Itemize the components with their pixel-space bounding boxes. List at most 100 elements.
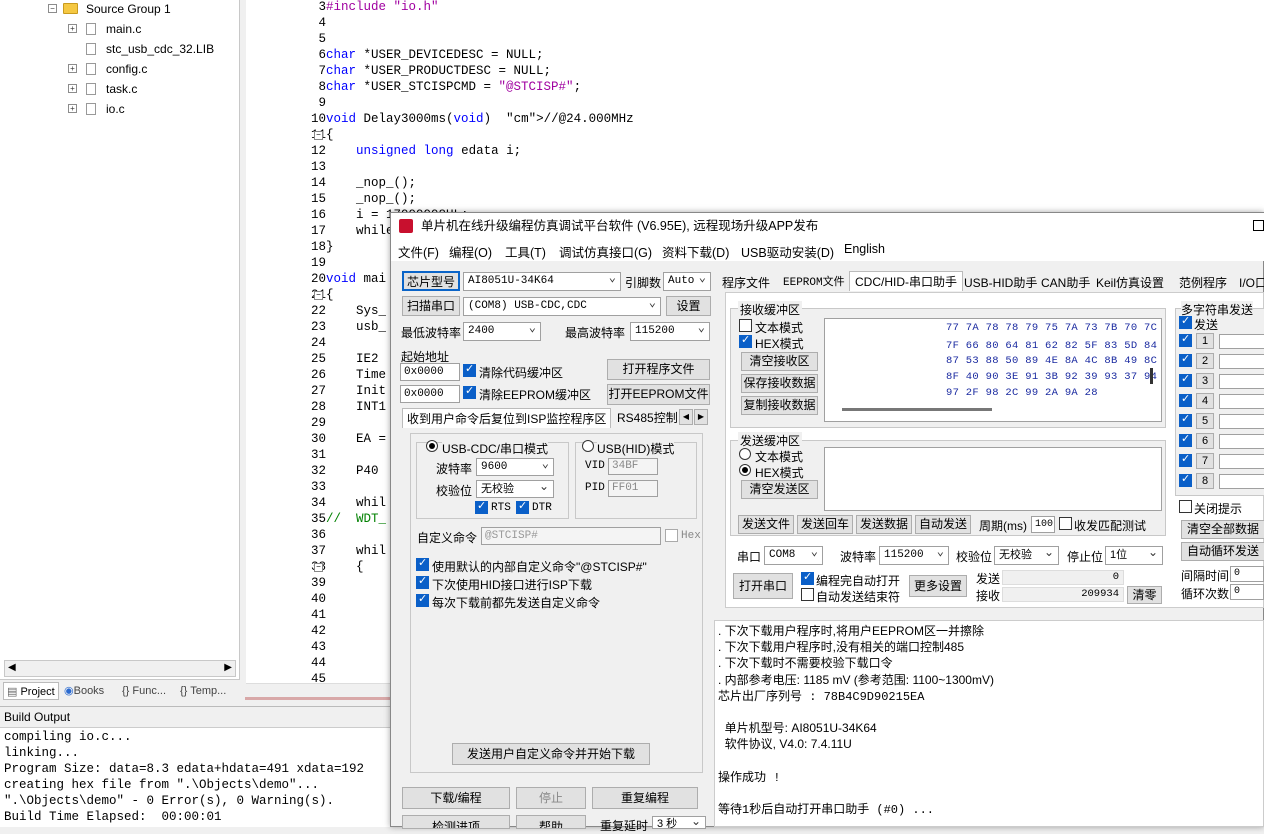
tree-file-task[interactable]: task.c: [106, 80, 137, 98]
tab-keil-sim[interactable]: Keil仿真设置: [1096, 273, 1164, 293]
multi-row-checkbox[interactable]: [1179, 472, 1192, 487]
send-area[interactable]: [824, 447, 1162, 511]
auto-send-button[interactable]: 自动发送: [915, 515, 971, 534]
expand-icon[interactable]: +: [68, 24, 77, 33]
tab-functions[interactable]: {} Func...: [122, 682, 166, 700]
port-select[interactable]: (COM8) USB-CDC,CDC: [463, 297, 661, 316]
reprogram-button[interactable]: 重复编程: [592, 787, 698, 809]
multi-row-checkbox[interactable]: [1179, 412, 1192, 427]
menu-debug[interactable]: 调试仿真接口(G): [559, 242, 652, 261]
multi-row-checkbox[interactable]: [1179, 392, 1192, 407]
horizontal-scroll-thumb[interactable]: [842, 408, 992, 411]
interval-input[interactable]: 0: [1230, 566, 1264, 582]
multi-row-button[interactable]: 3: [1196, 373, 1214, 389]
clear-all-button[interactable]: 清空全部数据: [1181, 520, 1264, 539]
port-select-helper[interactable]: COM8: [764, 546, 823, 565]
settings-button[interactable]: 设置: [666, 296, 711, 316]
auto-open-checkbox[interactable]: [801, 570, 814, 585]
period-input[interactable]: 100: [1031, 516, 1055, 533]
custom-command-input[interactable]: @STCISP#: [481, 527, 661, 545]
tab-scroll-right-icon[interactable]: ▶: [694, 409, 708, 425]
cdc-mode-radio[interactable]: [426, 440, 438, 452]
expand-icon[interactable]: +: [68, 84, 77, 93]
clear-count-button[interactable]: 清零: [1127, 586, 1162, 604]
fold-icon[interactable]: −: [314, 131, 323, 140]
hex-checkbox[interactable]: [665, 529, 678, 542]
stop-bits-select[interactable]: 1位: [1105, 546, 1163, 565]
expand-icon[interactable]: +: [68, 104, 77, 113]
max-baud-select[interactable]: 115200: [630, 322, 710, 341]
tab-books[interactable]: ◉Books: [64, 682, 104, 700]
open-port-button[interactable]: 打开串口: [733, 573, 793, 599]
send-data-button[interactable]: 发送数据: [856, 515, 912, 534]
maximize-icon[interactable]: [1253, 220, 1264, 231]
more-settings-button[interactable]: 更多设置: [909, 575, 967, 597]
min-baud-select[interactable]: 2400: [463, 322, 541, 341]
tree-file-main[interactable]: main.c: [106, 20, 141, 38]
multi-row-checkbox[interactable]: [1179, 432, 1192, 447]
stop-button[interactable]: 停止: [516, 787, 586, 809]
copy-receive-button[interactable]: 复制接收数据: [741, 396, 818, 415]
clear-code-checkbox[interactable]: [463, 362, 476, 377]
match-test-checkbox[interactable]: [1059, 517, 1072, 530]
tab-rs485[interactable]: RS485控制: [617, 408, 678, 428]
code-address-input[interactable]: 0x0000: [400, 363, 460, 381]
clear-eeprom-checkbox[interactable]: [463, 384, 476, 399]
use-hid-checkbox[interactable]: [416, 574, 429, 589]
multi-row-button[interactable]: 6: [1196, 433, 1214, 449]
eeprom-address-input[interactable]: 0x0000: [400, 385, 460, 403]
chip-model-select[interactable]: AI8051U-34K64: [463, 272, 621, 291]
multi-row-input[interactable]: [1219, 394, 1264, 409]
tab-eeprom-file[interactable]: EEPROM文件: [783, 273, 845, 293]
recv-hex-checkbox[interactable]: [739, 333, 752, 348]
tab-scroll-left-icon[interactable]: ◀: [679, 409, 693, 425]
multi-row-checkbox[interactable]: [1179, 332, 1192, 347]
scan-port-button[interactable]: 扫描串口: [402, 296, 460, 316]
tab-can[interactable]: CAN助手: [1041, 273, 1090, 293]
multi-row-button[interactable]: 4: [1196, 393, 1214, 409]
multi-row-checkbox[interactable]: [1179, 452, 1192, 467]
open-eeprom-button[interactable]: 打开EEPROM文件: [607, 384, 710, 405]
fold-icon[interactable]: −: [314, 563, 323, 572]
dtr-checkbox[interactable]: [516, 499, 529, 514]
helper-baud-select[interactable]: 115200: [879, 546, 949, 565]
default-command-checkbox[interactable]: [416, 556, 429, 571]
multi-row-button[interactable]: 7: [1196, 453, 1214, 469]
menu-file[interactable]: 文件(F): [398, 242, 439, 261]
close-tip-checkbox[interactable]: [1179, 500, 1192, 513]
repeat-delay-select[interactable]: 3 秒: [652, 816, 706, 829]
tab-isp-reset[interactable]: 收到用户命令后复位到ISP监控程序区: [402, 408, 612, 428]
multi-row-input[interactable]: [1219, 474, 1264, 489]
multi-row-button[interactable]: 8: [1196, 473, 1214, 489]
multi-row-input[interactable]: [1219, 374, 1264, 389]
clear-send-button[interactable]: 清空发送区: [741, 480, 818, 499]
multi-send-checkbox[interactable]: [1179, 314, 1192, 329]
send-custom-download-button[interactable]: 发送用户自定义命令并开始下载: [452, 743, 650, 765]
tab-examples[interactable]: 范例程序: [1179, 273, 1227, 293]
send-file-button[interactable]: 发送文件: [738, 515, 794, 534]
download-button[interactable]: 下载/编程: [402, 787, 510, 809]
tree-scrollbar[interactable]: ◀ ▶: [4, 660, 236, 677]
tree-file-lib[interactable]: stc_usb_cdc_32.LIB: [106, 40, 214, 58]
multi-row-button[interactable]: 1: [1196, 333, 1214, 349]
clear-receive-button[interactable]: 清空接收区: [741, 352, 818, 371]
source-group[interactable]: Source Group 1: [86, 0, 171, 18]
send-before-download-checkbox[interactable]: [416, 592, 429, 607]
multi-row-input[interactable]: [1219, 434, 1264, 449]
menu-program[interactable]: 编程(O): [449, 242, 492, 261]
helper-parity-select[interactable]: 无校验: [994, 546, 1059, 565]
scroll-right-icon[interactable]: ▶: [224, 662, 232, 673]
multi-row-button[interactable]: 5: [1196, 413, 1214, 429]
recv-text-checkbox[interactable]: [739, 319, 752, 332]
auto-loop-button[interactable]: 自动循环发送: [1181, 542, 1264, 561]
multi-row-input[interactable]: [1219, 414, 1264, 429]
vertical-scroll-thumb[interactable]: [1150, 368, 1153, 384]
pid-input[interactable]: FF01: [608, 480, 658, 497]
tab-serial-helper[interactable]: CDC/HID-串口助手: [849, 271, 963, 291]
tab-io[interactable]: I/O口: [1239, 273, 1264, 293]
menu-download[interactable]: 资料下载(D): [662, 242, 729, 261]
menu-usb-driver[interactable]: USB驱动安装(D): [741, 242, 834, 261]
multi-row-button[interactable]: 2: [1196, 353, 1214, 369]
pin-count-select[interactable]: Auto: [663, 272, 711, 291]
multi-row-input[interactable]: [1219, 334, 1264, 349]
